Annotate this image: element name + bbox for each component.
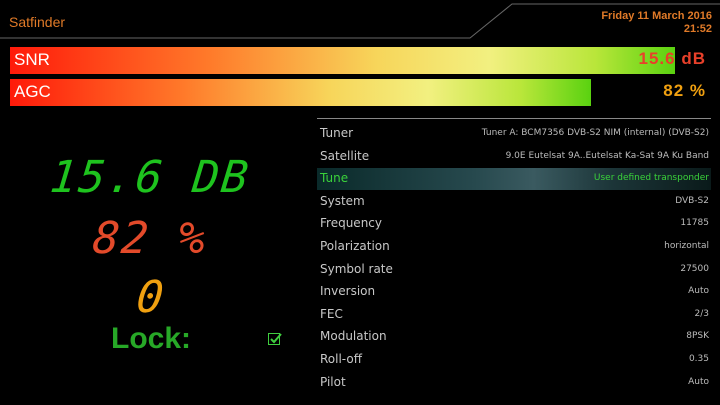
date-text: Friday 11 March 2016: [601, 10, 712, 22]
lock-label: Lock:: [111, 322, 192, 355]
info-key: Pilot: [320, 374, 346, 389]
snr-readout: 15.6 DB: [47, 152, 253, 203]
info-row-pilot[interactable]: Pilot Auto: [317, 372, 711, 394]
info-value: 8PSK: [686, 331, 709, 342]
agc-readout: 82 %: [90, 213, 210, 264]
info-value: 11785: [680, 218, 709, 229]
info-key: FEC: [320, 306, 343, 321]
snr-meter-fill: [10, 47, 676, 74]
agc-meter-value: 82 %: [663, 81, 706, 100]
snr-meter: SNR 15.6 dB: [10, 47, 710, 74]
info-key: Tuner: [320, 126, 354, 140]
snr-meter-label: SNR: [14, 50, 50, 69]
info-value: DVB-S2: [675, 195, 709, 206]
agc-meter: AGC 82 %: [10, 79, 710, 106]
info-key: Frequency: [320, 216, 382, 231]
info-value: Tuner A: BCM7356 DVB-S2 NIM (internal) (…: [481, 128, 709, 138]
info-row-roll-off[interactable]: Roll-off 0.35: [317, 349, 711, 371]
info-key: Modulation: [320, 329, 387, 344]
info-value: Auto: [688, 376, 709, 387]
page-title: Satfinder: [9, 14, 66, 30]
info-value: horizontal: [664, 241, 709, 251]
info-row-satellite[interactable]: Satellite 9.0E Eutelsat 9A..Eutelsat Ka-S…: [317, 146, 711, 168]
info-row-tune[interactable]: Tune User defined transponder: [317, 168, 711, 191]
info-row-polarization[interactable]: Polarization horizontal: [317, 236, 711, 258]
panel-divider: [317, 118, 711, 119]
info-key: Tune: [320, 171, 349, 186]
agc-meter-label: AGC: [14, 82, 51, 101]
info-key: Satellite: [320, 148, 370, 163]
agc-meter-fill: [10, 79, 591, 106]
info-row-fec[interactable]: FEC 2/3: [317, 304, 711, 326]
ber-readout: 0: [134, 272, 166, 323]
info-value: Auto: [688, 286, 709, 297]
info-row-system[interactable]: System DVB-S2: [317, 191, 711, 213]
lock-check-icon: [268, 333, 282, 345]
info-row-tuner[interactable]: Tuner Tuner A: BCM7356 DVB-S2 NIM (intern…: [317, 123, 711, 145]
info-row-inversion[interactable]: Inversion Auto: [317, 281, 711, 303]
header-bar: Satfinder Friday 11 March 2016 21:52: [0, 0, 720, 44]
info-key: System: [320, 193, 365, 208]
info-row-modulation[interactable]: Modulation 8PSK: [317, 326, 711, 348]
date-time: Friday 11 March 2016 21:52: [601, 10, 712, 36]
time-text: 21:52: [683, 23, 712, 35]
info-key: Inversion: [320, 284, 376, 299]
info-value: 27500: [680, 263, 709, 274]
info-value: User defined transponder: [593, 173, 709, 184]
info-key: Roll-off: [320, 352, 362, 366]
snr-meter-value: 15.6 dB: [638, 49, 706, 68]
info-row-symbol-rate[interactable]: Symbol rate 27500: [317, 259, 711, 281]
info-row-frequency[interactable]: Frequency 11785: [317, 213, 711, 235]
info-key: Polarization: [320, 239, 390, 253]
info-value: 2/3: [694, 308, 709, 319]
info-value: 0.35: [688, 354, 709, 364]
info-value: 9.0E Eutelsat 9A..Eutelsat Ka-Sat 9A Ku …: [505, 150, 709, 161]
info-key: Symbol rate: [320, 261, 393, 276]
